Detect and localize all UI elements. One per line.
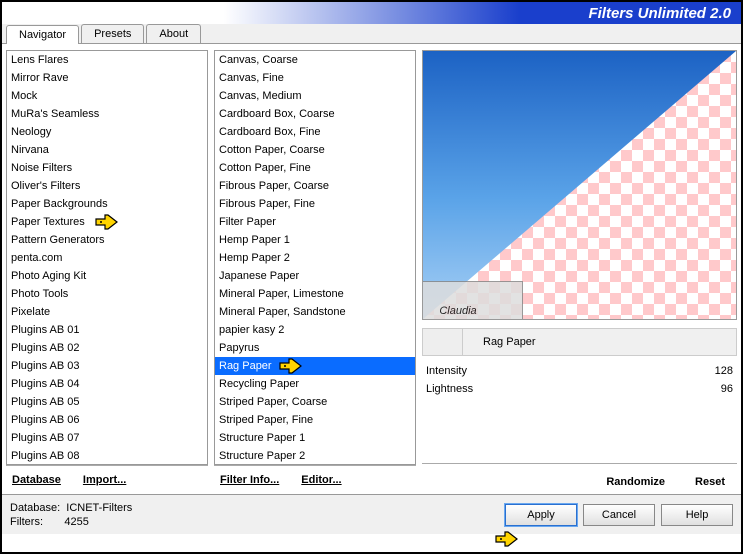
category-item[interactable]: Noise Filters [7, 159, 207, 177]
title-bar: Filters Unlimited 2.0 [2, 2, 741, 24]
category-item[interactable]: Paper Backgrounds [7, 195, 207, 213]
database-button[interactable]: Database [10, 472, 63, 488]
filters-list[interactable]: Canvas, CoarseCanvas, FineCanvas, Medium… [214, 50, 416, 465]
pointer-icon [95, 211, 121, 231]
slider-label: Lightness [426, 383, 506, 395]
slider-value: 96 [703, 383, 733, 395]
tab-about[interactable]: About [146, 24, 201, 43]
filters-count-value: 4255 [64, 516, 88, 528]
randomize-button[interactable]: Randomize [604, 474, 667, 490]
editor-button[interactable]: Editor... [299, 472, 343, 488]
category-item[interactable]: Pixelate [7, 303, 207, 321]
filter-item[interactable]: Striped Paper, Fine [215, 411, 415, 429]
help-button[interactable]: Help [661, 504, 733, 526]
category-item[interactable]: Pattern Generators [7, 231, 207, 249]
filter-item[interactable]: Cardboard Box, Coarse [215, 105, 415, 123]
filter-item[interactable]: Cardboard Box, Fine [215, 123, 415, 141]
watermark-stamp: Claudia [422, 281, 523, 320]
category-item[interactable]: Plugins AB 04 [7, 375, 207, 393]
filter-item[interactable]: Canvas, Fine [215, 69, 415, 87]
filter-item[interactable]: Striped Paper, Coarse [215, 393, 415, 411]
filter-item[interactable]: Hemp Paper 2 [215, 249, 415, 267]
slider-row: Intensity 128 [422, 362, 737, 380]
slider-track[interactable] [506, 382, 703, 396]
category-item[interactable]: Photo Aging Kit [7, 267, 207, 285]
pointer-icon [279, 355, 305, 375]
slider-value: 128 [703, 365, 733, 377]
category-item[interactable]: MuRa's Seamless [7, 105, 207, 123]
footer-bar: Database: ICNET-Filters Filters: 4255 Ap… [2, 494, 741, 534]
current-filter-name: Rag Paper [463, 336, 536, 348]
filter-item[interactable]: Filter Paper [215, 213, 415, 231]
tab-strip: Navigator Presets About [2, 24, 741, 44]
filter-item[interactable]: papier kasy 2 [215, 321, 415, 339]
apply-button[interactable]: Apply [505, 504, 577, 526]
category-item[interactable]: Plugins AB 03 [7, 357, 207, 375]
category-item[interactable]: Paper Textures [7, 213, 207, 231]
category-item[interactable]: Mock [7, 87, 207, 105]
category-item[interactable]: Nirvana [7, 141, 207, 159]
filter-item[interactable]: Structure Paper 1 [215, 429, 415, 447]
app-title: Filters Unlimited 2.0 [588, 5, 731, 22]
filter-swatch [423, 329, 463, 355]
reset-button[interactable]: Reset [693, 474, 727, 490]
filter-item[interactable]: Structure Paper 2 [215, 447, 415, 465]
filter-item[interactable]: Mineral Paper, Sandstone [215, 303, 415, 321]
filter-item[interactable]: Canvas, Medium [215, 87, 415, 105]
tab-navigator[interactable]: Navigator [6, 25, 79, 44]
category-item[interactable]: Plugins AB 06 [7, 411, 207, 429]
filter-item[interactable]: Papyrus [215, 339, 415, 357]
filter-info-button[interactable]: Filter Info... [218, 472, 281, 488]
filter-item[interactable]: Japanese Paper [215, 267, 415, 285]
filters-count-label: Filters: [10, 516, 43, 528]
category-item[interactable]: Photo Tools [7, 285, 207, 303]
preview-column: Claudia Rag Paper Intensity 128 Lightness 9… [422, 50, 737, 494]
filter-item[interactable]: Cotton Paper, Fine [215, 159, 415, 177]
db-value: ICNET-Filters [66, 502, 132, 514]
filter-name-row: Rag Paper [422, 328, 737, 356]
category-item[interactable]: Plugins AB 08 [7, 447, 207, 465]
tab-presets[interactable]: Presets [81, 24, 144, 43]
category-item[interactable]: Neology [7, 123, 207, 141]
category-item[interactable]: Plugins AB 01 [7, 321, 207, 339]
filter-item[interactable]: Hemp Paper 1 [215, 231, 415, 249]
parameter-panel: Intensity 128 Lightness 96 [422, 362, 737, 398]
filter-item[interactable]: Mineral Paper, Limestone [215, 285, 415, 303]
slider-row: Lightness 96 [422, 380, 737, 398]
filter-item[interactable]: Rag Paper [215, 357, 415, 375]
preview-canvas: Claudia [422, 50, 737, 320]
category-item[interactable]: Mirror Rave [7, 69, 207, 87]
import-button[interactable]: Import... [81, 472, 128, 488]
categories-column: Lens FlaresMirror RaveMockMuRa's Seamles… [6, 50, 208, 494]
slider-track[interactable] [506, 364, 703, 378]
category-item[interactable]: penta.com [7, 249, 207, 267]
cancel-button[interactable]: Cancel [583, 504, 655, 526]
filter-item[interactable]: Fibrous Paper, Fine [215, 195, 415, 213]
category-item[interactable]: Oliver's Filters [7, 177, 207, 195]
category-item[interactable]: Plugins AB 02 [7, 339, 207, 357]
category-item[interactable]: Plugins AB 05 [7, 393, 207, 411]
footer-info: Database: ICNET-Filters Filters: 4255 [10, 501, 132, 529]
filters-column: Canvas, CoarseCanvas, FineCanvas, Medium… [214, 50, 416, 494]
categories-list[interactable]: Lens FlaresMirror RaveMockMuRa's Seamles… [6, 50, 208, 465]
filter-item[interactable]: Canvas, Coarse [215, 51, 415, 69]
db-label: Database: [10, 502, 60, 514]
filter-item[interactable]: Cotton Paper, Coarse [215, 141, 415, 159]
category-item[interactable]: Lens Flares [7, 51, 207, 69]
filter-item[interactable]: Fibrous Paper, Coarse [215, 177, 415, 195]
category-item[interactable]: Plugins AB 07 [7, 429, 207, 447]
main-panel: Lens FlaresMirror RaveMockMuRa's Seamles… [2, 44, 741, 494]
filter-item[interactable]: Recycling Paper [215, 375, 415, 393]
slider-label: Intensity [426, 365, 506, 377]
